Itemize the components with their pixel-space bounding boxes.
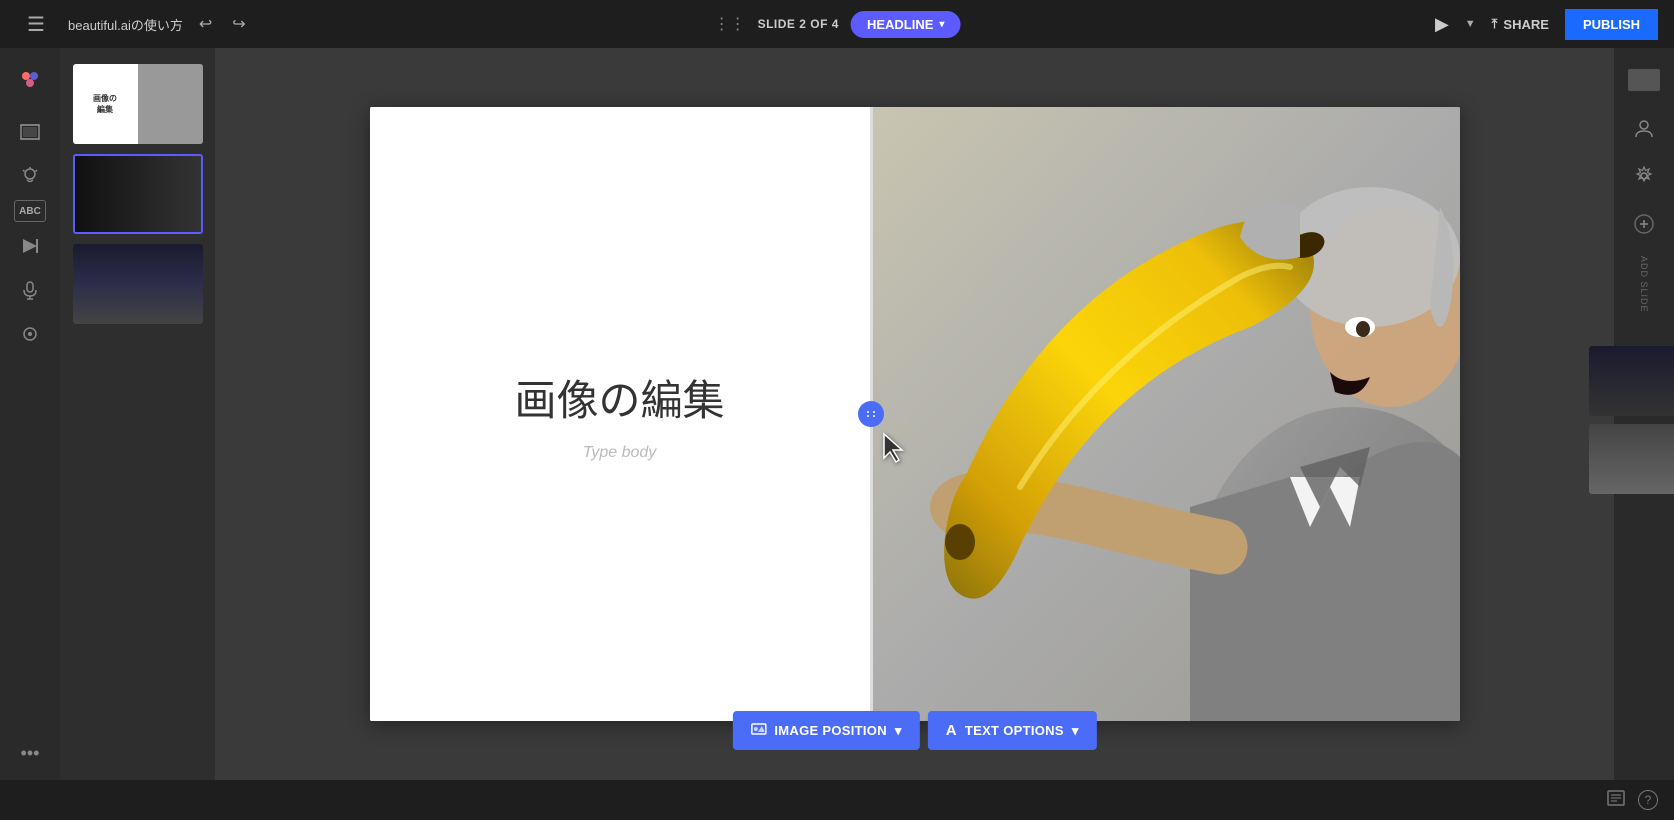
- slide-image: [870, 107, 1460, 721]
- animation-icon[interactable]: [10, 226, 50, 266]
- slide-text-panel[interactable]: 画像の編集 Type body: [370, 107, 870, 721]
- headline-label: HEADLINE: [867, 17, 933, 32]
- publish-button[interactable]: PUBLISH: [1565, 9, 1658, 40]
- headline-caret: ▾: [939, 19, 944, 30]
- more-options-icon[interactable]: •••: [21, 743, 40, 764]
- status-bar: ?: [0, 780, 1674, 820]
- logo-icon[interactable]: [10, 60, 50, 100]
- menu-button[interactable]: ☰: [16, 4, 56, 44]
- text-options-icon: A: [946, 722, 957, 739]
- share-button[interactable]: ⤒ SHARE: [1492, 16, 1549, 32]
- text-options-button[interactable]: A TEXT OPTIONS ▾: [928, 711, 1097, 750]
- left-sidebar: ABC •••: [0, 48, 60, 780]
- text-options-caret: ▾: [1072, 723, 1079, 739]
- slide-canvas: 画像の編集 Type body: [370, 107, 1460, 721]
- app-title: beautiful.aiの使い方: [68, 15, 183, 34]
- text-options-label: TEXT OPTIONS: [965, 723, 1064, 738]
- slide-counter: SLIDE 2 OF 4: [758, 17, 839, 31]
- help-icon[interactable]: ?: [1638, 790, 1658, 810]
- slide-thumb-3[interactable]: [73, 244, 203, 324]
- cursor-tool-icon[interactable]: [10, 314, 50, 354]
- image-position-icon: [750, 721, 766, 740]
- slide-thumb-1[interactable]: 画像の編集: [73, 64, 203, 144]
- redo-button[interactable]: ↪: [228, 10, 249, 38]
- thumbnail-preview-icon[interactable]: [1624, 60, 1664, 100]
- bottom-toolbar: IMAGE POSITION ▾ A TEXT OPTIONS ▾: [732, 711, 1096, 750]
- right-panel: ADD SLIDE: [1614, 48, 1674, 780]
- undo-button[interactable]: ↩: [195, 10, 216, 38]
- share-label: SHARE: [1503, 17, 1549, 32]
- image-position-caret: ▾: [895, 723, 902, 739]
- slides-panel: 画像の編集: [60, 48, 215, 780]
- play-button[interactable]: ▶: [1435, 14, 1449, 35]
- grid-icon: ⋮⋮: [714, 14, 746, 34]
- drag-handle[interactable]: [858, 401, 884, 427]
- topbar-center: ⋮⋮ SLIDE 2 OF 4 HEADLINE ▾: [714, 11, 961, 38]
- slide-title[interactable]: 画像の編集: [514, 367, 724, 428]
- slide-thumb-2[interactable]: [73, 154, 203, 234]
- slide-body-placeholder[interactable]: Type body: [583, 444, 657, 462]
- topbar: ☰ beautiful.aiの使い方 ↩ ↪ ⋮⋮ SLIDE 2 OF 4 H…: [0, 0, 1674, 48]
- add-icon[interactable]: [1624, 204, 1664, 244]
- topbar-right: ▶ ▼ ⤒ SHARE PUBLISH: [1435, 9, 1658, 40]
- image-position-label: IMAGE POSITION: [774, 723, 887, 738]
- add-slide-label-right: ADD SLIDE: [1639, 256, 1649, 318]
- share-icon: ⤒: [1492, 16, 1498, 32]
- play-caret-button[interactable]: ▼: [1465, 18, 1476, 30]
- ideas-icon[interactable]: [10, 156, 50, 196]
- status-right: ?: [1606, 788, 1658, 813]
- settings-icon[interactable]: [1624, 156, 1664, 196]
- user-profile-icon[interactable]: [1624, 108, 1664, 148]
- microphone-icon[interactable]: [10, 270, 50, 310]
- headline-button[interactable]: HEADLINE ▾: [851, 11, 960, 38]
- image-position-button[interactable]: IMAGE POSITION ▾: [732, 711, 919, 750]
- notes-icon[interactable]: [1606, 788, 1626, 813]
- text-icon[interactable]: ABC: [14, 200, 46, 222]
- slide-image-panel[interactable]: [870, 107, 1460, 721]
- slides-panel-icon[interactable]: [10, 112, 50, 152]
- center-area: 画像の編集 Type body: [215, 48, 1614, 780]
- main-content: ABC ••• 画像の編: [0, 48, 1674, 780]
